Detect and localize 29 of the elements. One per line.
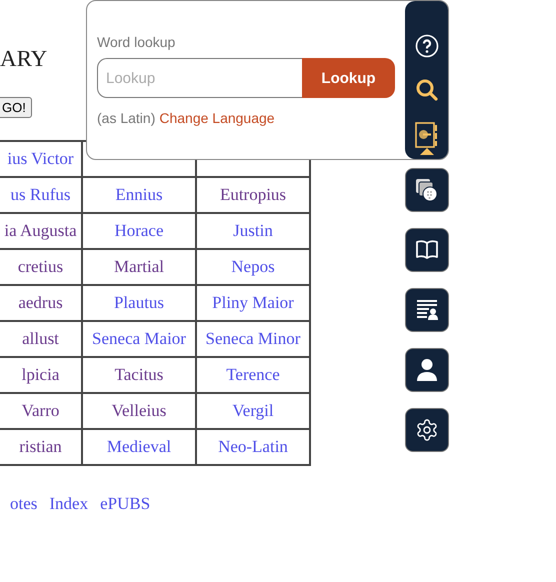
- search-icon: [414, 78, 438, 102]
- cards-icon: [415, 178, 439, 202]
- lookup-input[interactable]: Lookup: [97, 58, 302, 98]
- selected-indicator-icon: [420, 148, 434, 155]
- book-icon: [414, 122, 438, 148]
- author-link[interactable]: Justin: [233, 221, 273, 240]
- book-button[interactable]: [405, 228, 449, 272]
- user-button[interactable]: [405, 348, 449, 392]
- vocab-toggle[interactable]: [414, 122, 438, 155]
- search-toggle[interactable]: [414, 78, 438, 102]
- footer-link[interactable]: ePUBS: [100, 494, 150, 514]
- lookup-button[interactable]: Lookup: [302, 58, 395, 98]
- user-icon: [416, 358, 438, 382]
- go-button[interactable]: GO!: [0, 97, 32, 118]
- footer-link[interactable]: otes: [10, 494, 38, 514]
- change-language-link[interactable]: Change Language: [159, 110, 275, 126]
- list-person-icon: [415, 298, 439, 322]
- settings-button[interactable]: [405, 408, 449, 452]
- list-button[interactable]: [405, 288, 449, 332]
- help-toggle[interactable]: [414, 34, 438, 58]
- help-icon: [414, 34, 438, 58]
- flashcards-button[interactable]: [405, 168, 449, 212]
- settings-icon: [415, 418, 439, 442]
- page-title: ARY: [0, 46, 48, 72]
- lookup-label: Word lookup: [97, 34, 176, 50]
- author-link[interactable]: Vergil: [232, 401, 274, 420]
- open-book-icon: [415, 239, 439, 261]
- language-note: (as Latin): [97, 110, 156, 126]
- footer-link[interactable]: Index: [49, 494, 88, 514]
